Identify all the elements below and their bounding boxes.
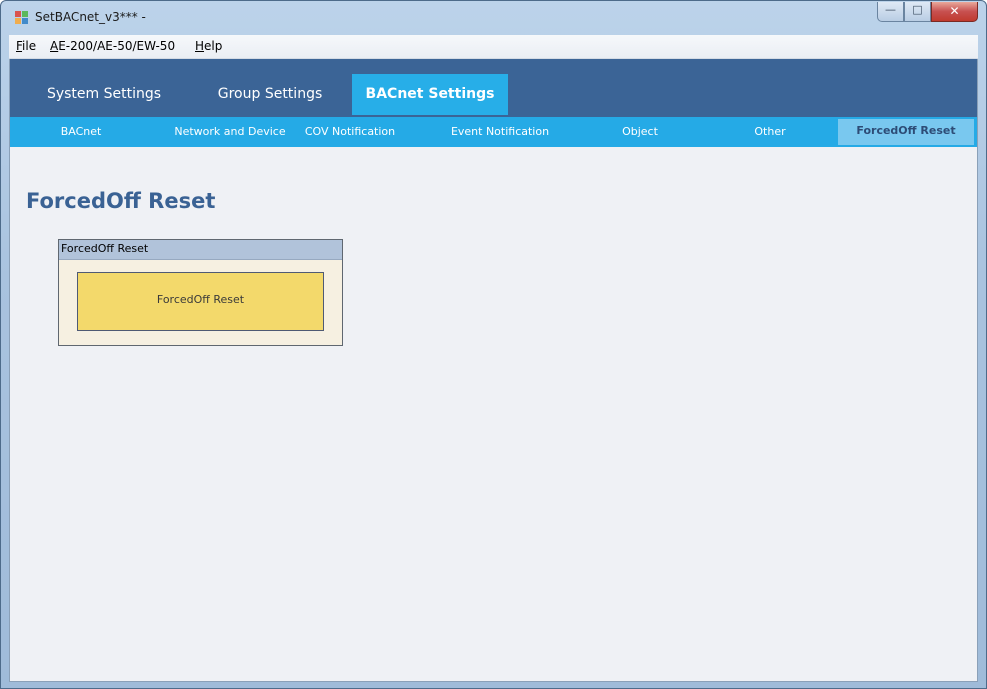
main-tab-bar: System Settings Group Settings BACnet Se…	[10, 59, 977, 117]
tab-system-settings-label: System Settings	[46, 86, 162, 102]
subtab-cov-notification-label: COV Notification	[304, 125, 396, 138]
maximize-button[interactable]: □	[904, 2, 931, 22]
group-header: ForcedOff Reset	[59, 240, 342, 260]
app-icon	[15, 11, 29, 25]
menu-help-mnemonic: H	[195, 39, 205, 53]
tab-group-settings[interactable]: Group Settings	[192, 74, 348, 115]
minimize-button[interactable]: —	[877, 2, 904, 22]
forcedoff-reset-button-label: ForcedOff Reset	[156, 293, 245, 306]
subtab-network-and-device-label: Network and Device	[174, 125, 286, 138]
close-icon: ✕	[949, 4, 960, 18]
subtab-cov-notification[interactable]: COV Notification	[290, 117, 410, 147]
forcedoff-reset-button[interactable]: ForcedOff Reset	[77, 272, 324, 331]
subtab-network-and-device[interactable]: Network and Device	[160, 117, 300, 147]
page-title: ForcedOff Reset	[26, 189, 216, 213]
subtab-other-label: Other	[754, 125, 786, 138]
subtab-object-label: Object	[622, 125, 658, 138]
window-title: SetBACnet_v3*** -	[35, 10, 146, 24]
menu-controller[interactable]: AE-200/AE-50/EW-50	[50, 39, 175, 53]
title-bar[interactable]: SetBACnet_v3*** - — □ ✕	[1, 1, 986, 35]
menu-file-rest: ile	[22, 39, 37, 53]
tab-group-settings-label: Group Settings	[217, 86, 323, 102]
menu-controller-rest: E-200/AE-50/EW-50	[58, 39, 176, 53]
subtab-object[interactable]: Object	[580, 117, 700, 147]
subtab-forcedoff-reset[interactable]: ForcedOff Reset	[838, 119, 974, 145]
subtab-bacnet[interactable]: BACnet	[22, 117, 140, 147]
menu-help[interactable]: Help	[195, 39, 222, 53]
subtab-forcedoff-reset-label: ForcedOff Reset	[856, 124, 956, 137]
menu-bar: File AE-200/AE-50/EW-50 Help	[9, 35, 978, 59]
maximize-icon: □	[912, 3, 923, 16]
sub-tab-bar: BACnet Network and Device COV Notificati…	[10, 117, 977, 147]
application-window: SetBACnet_v3*** - — □ ✕ File AE-200/AE-5…	[0, 0, 987, 689]
subtab-event-notification-label: Event Notification	[450, 125, 550, 138]
forcedoff-reset-group: ForcedOff Reset ForcedOff Reset	[58, 239, 343, 346]
subtab-event-notification[interactable]: Event Notification	[428, 117, 572, 147]
subtab-bacnet-label: BACnet	[60, 125, 102, 138]
menu-file[interactable]: File	[16, 39, 36, 53]
menu-controller-mnemonic: A	[50, 39, 59, 53]
window-controls: — □ ✕	[877, 2, 978, 22]
tab-bacnet-settings[interactable]: BACnet Settings	[352, 74, 508, 115]
menu-help-rest: elp	[204, 39, 223, 53]
close-button[interactable]: ✕	[931, 2, 978, 22]
client-area: System Settings Group Settings BACnet Se…	[9, 59, 978, 682]
minimize-icon: —	[885, 3, 896, 16]
tab-bacnet-settings-label: BACnet Settings	[365, 86, 495, 102]
subtab-other[interactable]: Other	[710, 117, 830, 147]
tab-system-settings[interactable]: System Settings	[18, 74, 190, 115]
